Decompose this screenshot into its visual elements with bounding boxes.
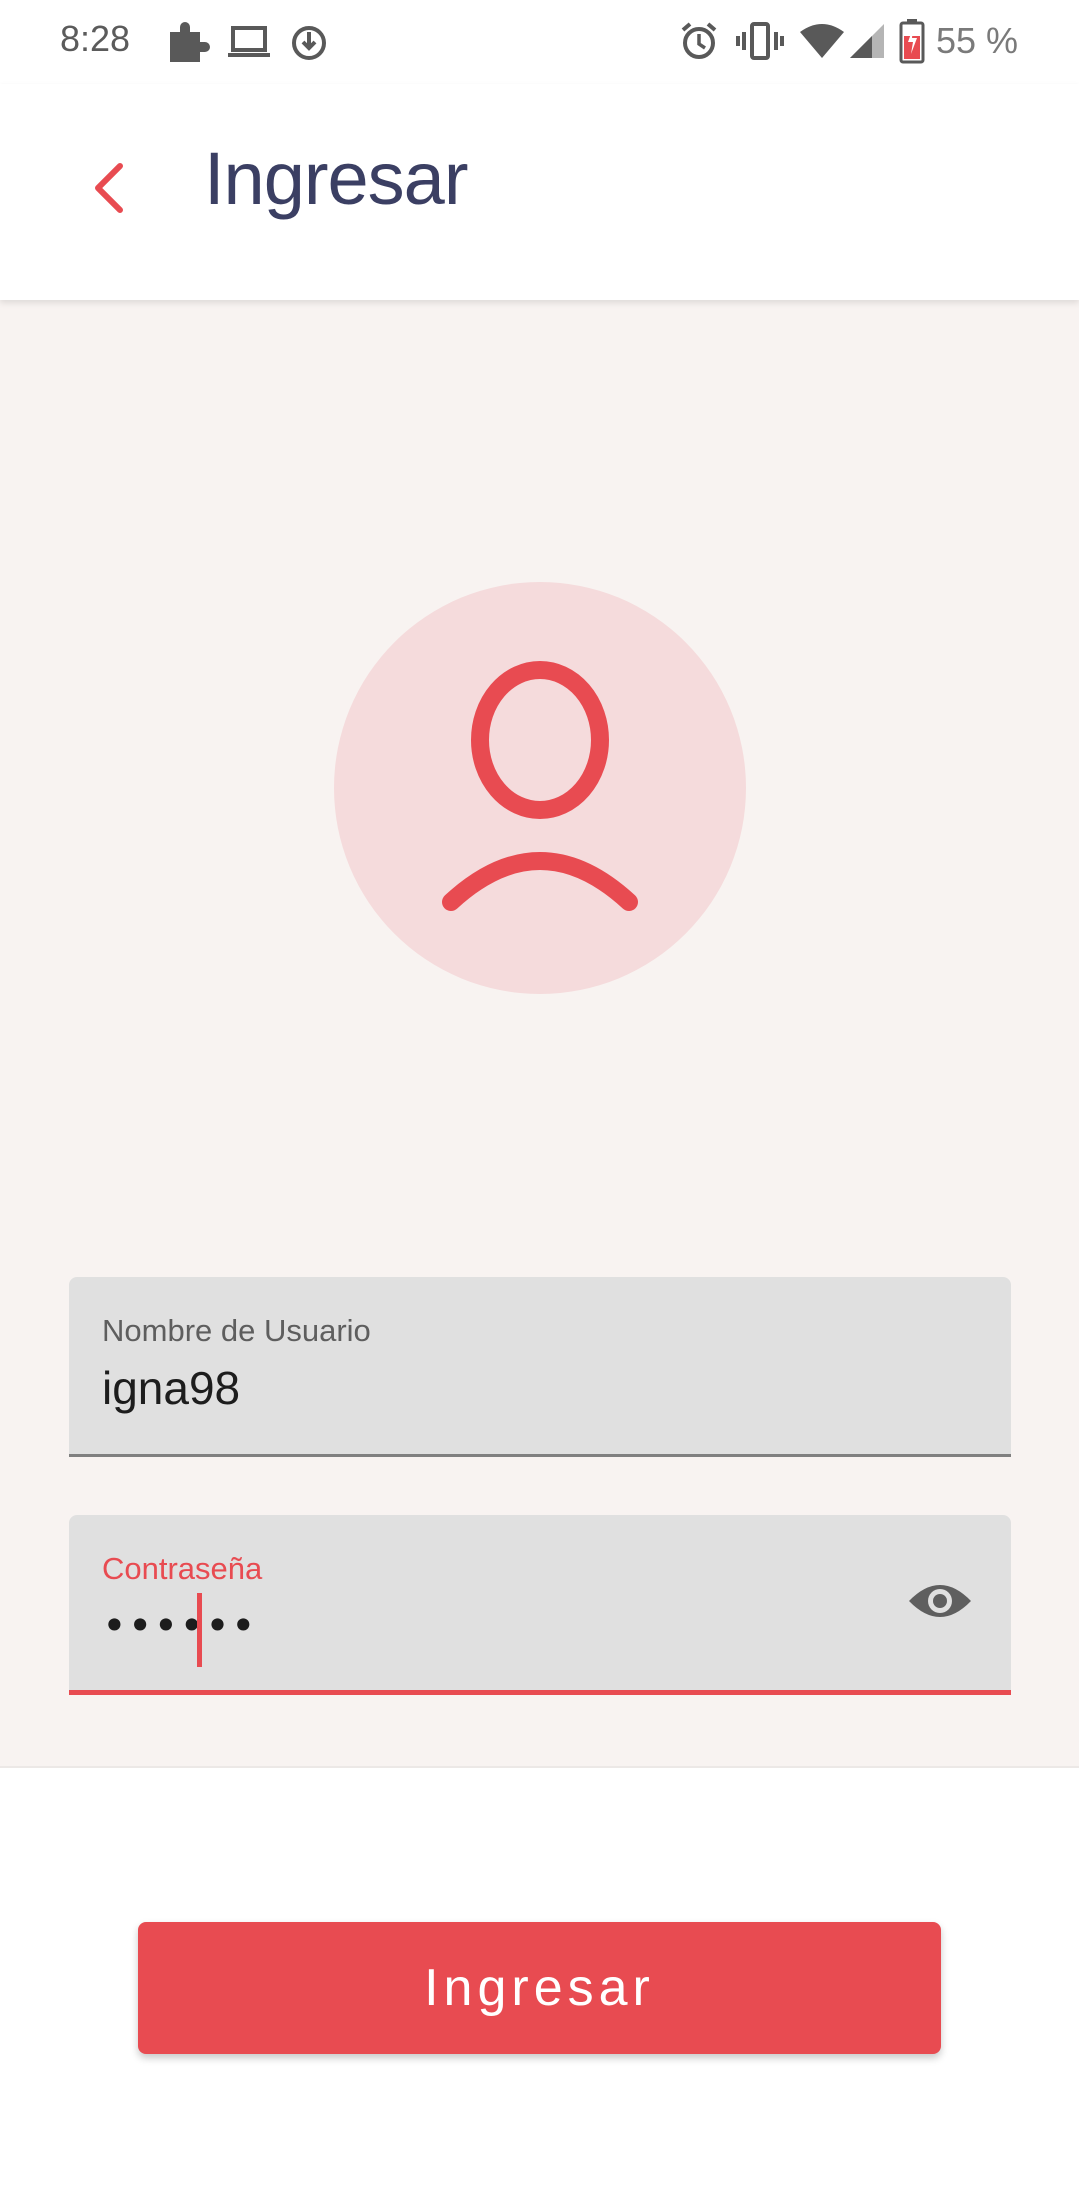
login-button[interactable]: Ingresar [138, 1922, 941, 2054]
back-button[interactable] [72, 148, 152, 228]
login-panel: Nombre de Usuario Contraseña •••••• [0, 300, 1079, 1768]
password-input[interactable]: •••••• [102, 1601, 257, 1650]
battery-icon [899, 19, 925, 64]
vibrate-icon [736, 22, 784, 60]
username-label: Nombre de Usuario [102, 1313, 371, 1348]
puzzle-icon [170, 22, 210, 62]
wifi-icon [800, 24, 844, 58]
signal-icon [850, 24, 884, 58]
password-label: Contraseña [102, 1551, 263, 1586]
app-bar: Ingresar [0, 84, 1079, 300]
laptop-icon [228, 26, 270, 57]
sync-icon [292, 26, 326, 60]
status-bar: 8:28 55 % [0, 0, 1079, 84]
page-title: Ingresar [204, 137, 468, 220]
user-icon [442, 661, 638, 911]
alarm-icon [681, 22, 717, 59]
username-input[interactable] [102, 1361, 882, 1415]
username-field[interactable]: Nombre de Usuario [69, 1277, 1011, 1457]
eye-icon [909, 1585, 971, 1617]
toggle-password-visibility-button[interactable] [905, 1575, 975, 1627]
chevron-left-icon [95, 163, 123, 213]
avatar [334, 582, 746, 994]
password-field[interactable]: Contraseña •••••• [69, 1515, 1011, 1695]
battery-percent: 55 % [936, 20, 1019, 61]
text-cursor [197, 1593, 202, 1667]
status-time: 8:28 [60, 18, 131, 59]
